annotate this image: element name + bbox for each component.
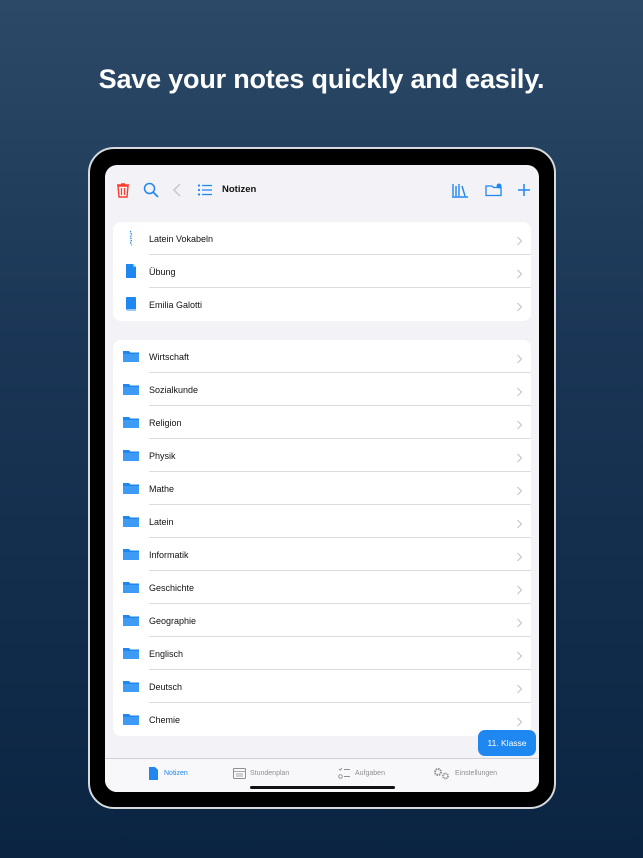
chevron-right-icon — [516, 615, 523, 628]
list-item-label: Emilia Galotti — [149, 299, 203, 310]
back-chevron-icon[interactable] — [169, 181, 187, 199]
page-title: Notizen — [222, 184, 257, 195]
chevron-right-icon — [516, 648, 523, 661]
new-folder-icon[interactable] — [485, 181, 503, 199]
folder-item-label: Sozialkunde — [149, 384, 199, 395]
folder-icon — [123, 645, 139, 661]
vocab-icon — [123, 230, 139, 246]
search-icon[interactable] — [142, 181, 160, 199]
tab-bar: Notizen Stundenplan Aufgaben Einstellung… — [105, 758, 539, 792]
chevron-right-icon — [516, 681, 523, 694]
chevron-right-icon — [516, 417, 523, 430]
folder-item[interactable]: Englisch — [113, 637, 531, 670]
tab-label: Einstellungen — [455, 770, 498, 777]
folder-item[interactable]: Chemie — [113, 703, 531, 736]
notes-list: Latein Vokabeln Übung Emilia Galotti — [113, 222, 531, 321]
toolbar: Notizen — [105, 165, 539, 213]
document-icon — [123, 263, 139, 279]
chevron-right-icon — [516, 351, 523, 364]
folder-item[interactable]: Wirtschaft — [113, 340, 531, 373]
folder-item[interactable]: Deutsch — [113, 670, 531, 703]
library-icon[interactable] — [451, 181, 469, 199]
folder-item[interactable]: Geographie — [113, 604, 531, 637]
folder-item-label: Wirtschaft — [149, 351, 190, 362]
folder-item-label: Geschichte — [149, 582, 195, 593]
chevron-right-icon — [516, 516, 523, 529]
tablet-frame: Notizen Latein Vokabeln Übung Emilia Gal… — [88, 147, 556, 809]
folder-item-label: Physik — [149, 450, 176, 461]
book-icon — [123, 296, 139, 312]
plus-icon[interactable] — [515, 181, 533, 199]
folder-item-label: Latein — [149, 516, 174, 527]
folder-item-label: Mathe — [149, 483, 175, 494]
folder-icon — [123, 513, 139, 529]
folder-item[interactable]: Mathe — [113, 472, 531, 505]
folder-icon — [123, 711, 139, 727]
chevron-right-icon — [516, 450, 523, 463]
folder-icon — [123, 381, 139, 397]
chevron-right-icon — [516, 714, 523, 727]
tab-stundenplan[interactable]: Stundenplan — [233, 767, 289, 780]
tab-aufgaben[interactable]: Aufgaben — [338, 767, 385, 780]
tab-label: Notizen — [164, 770, 188, 777]
folder-item[interactable]: Geschichte — [113, 571, 531, 604]
folder-item[interactable]: Sozialkunde — [113, 373, 531, 406]
list-item-label: Übung — [149, 266, 176, 277]
folder-icon — [123, 348, 139, 364]
chevron-right-icon — [516, 233, 523, 246]
gears-icon — [433, 767, 451, 780]
folder-item[interactable]: Latein — [113, 505, 531, 538]
home-indicator — [250, 786, 395, 789]
folder-icon — [123, 414, 139, 430]
chevron-right-icon — [516, 266, 523, 279]
list-item-label: Latein Vokabeln — [149, 233, 214, 244]
app-screen: Notizen Latein Vokabeln Übung Emilia Gal… — [105, 165, 539, 792]
folder-icon — [123, 480, 139, 496]
folder-item-label: Englisch — [149, 648, 184, 659]
folder-icon — [123, 447, 139, 463]
tab-label: Stundenplan — [250, 770, 290, 777]
folder-item-label: Geographie — [149, 615, 197, 626]
folder-item[interactable]: Physik — [113, 439, 531, 472]
folder-item-label: Informatik — [149, 549, 189, 560]
folder-icon — [123, 546, 139, 562]
list-item[interactable]: Emilia Galotti — [113, 288, 531, 321]
trash-icon[interactable] — [114, 181, 132, 199]
folder-item-label: Deutsch — [149, 681, 183, 692]
list-item[interactable]: Latein Vokabeln — [113, 222, 531, 255]
folder-icon — [123, 612, 139, 628]
list-item[interactable]: Übung — [113, 255, 531, 288]
headline: Save your notes quickly and easily. — [98, 64, 545, 94]
chevron-right-icon — [516, 549, 523, 562]
folder-item[interactable]: Religion — [113, 406, 531, 439]
folder-item-label: Religion — [149, 417, 182, 428]
note-icon — [147, 767, 160, 780]
folder-icon — [123, 579, 139, 595]
calendar-icon — [233, 767, 246, 780]
tab-notizen[interactable]: Notizen — [147, 767, 188, 780]
folder-item[interactable]: Informatik — [113, 538, 531, 571]
chevron-right-icon — [516, 483, 523, 496]
folder-list: Wirtschaft Sozialkunde Religion Physik Mathe… — [113, 340, 531, 736]
list-icon[interactable] — [196, 181, 214, 199]
tab-label: Aufgaben — [355, 770, 385, 777]
chevron-right-icon — [516, 582, 523, 595]
class-selector-button[interactable]: 11. Klasse — [478, 730, 536, 756]
folder-item-label: Chemie — [149, 714, 181, 725]
tab-einstellungen[interactable]: Einstellungen — [433, 767, 497, 780]
chevron-right-icon — [516, 384, 523, 397]
folder-icon — [123, 678, 139, 694]
checklist-icon — [338, 767, 351, 780]
chevron-right-icon — [516, 299, 523, 312]
